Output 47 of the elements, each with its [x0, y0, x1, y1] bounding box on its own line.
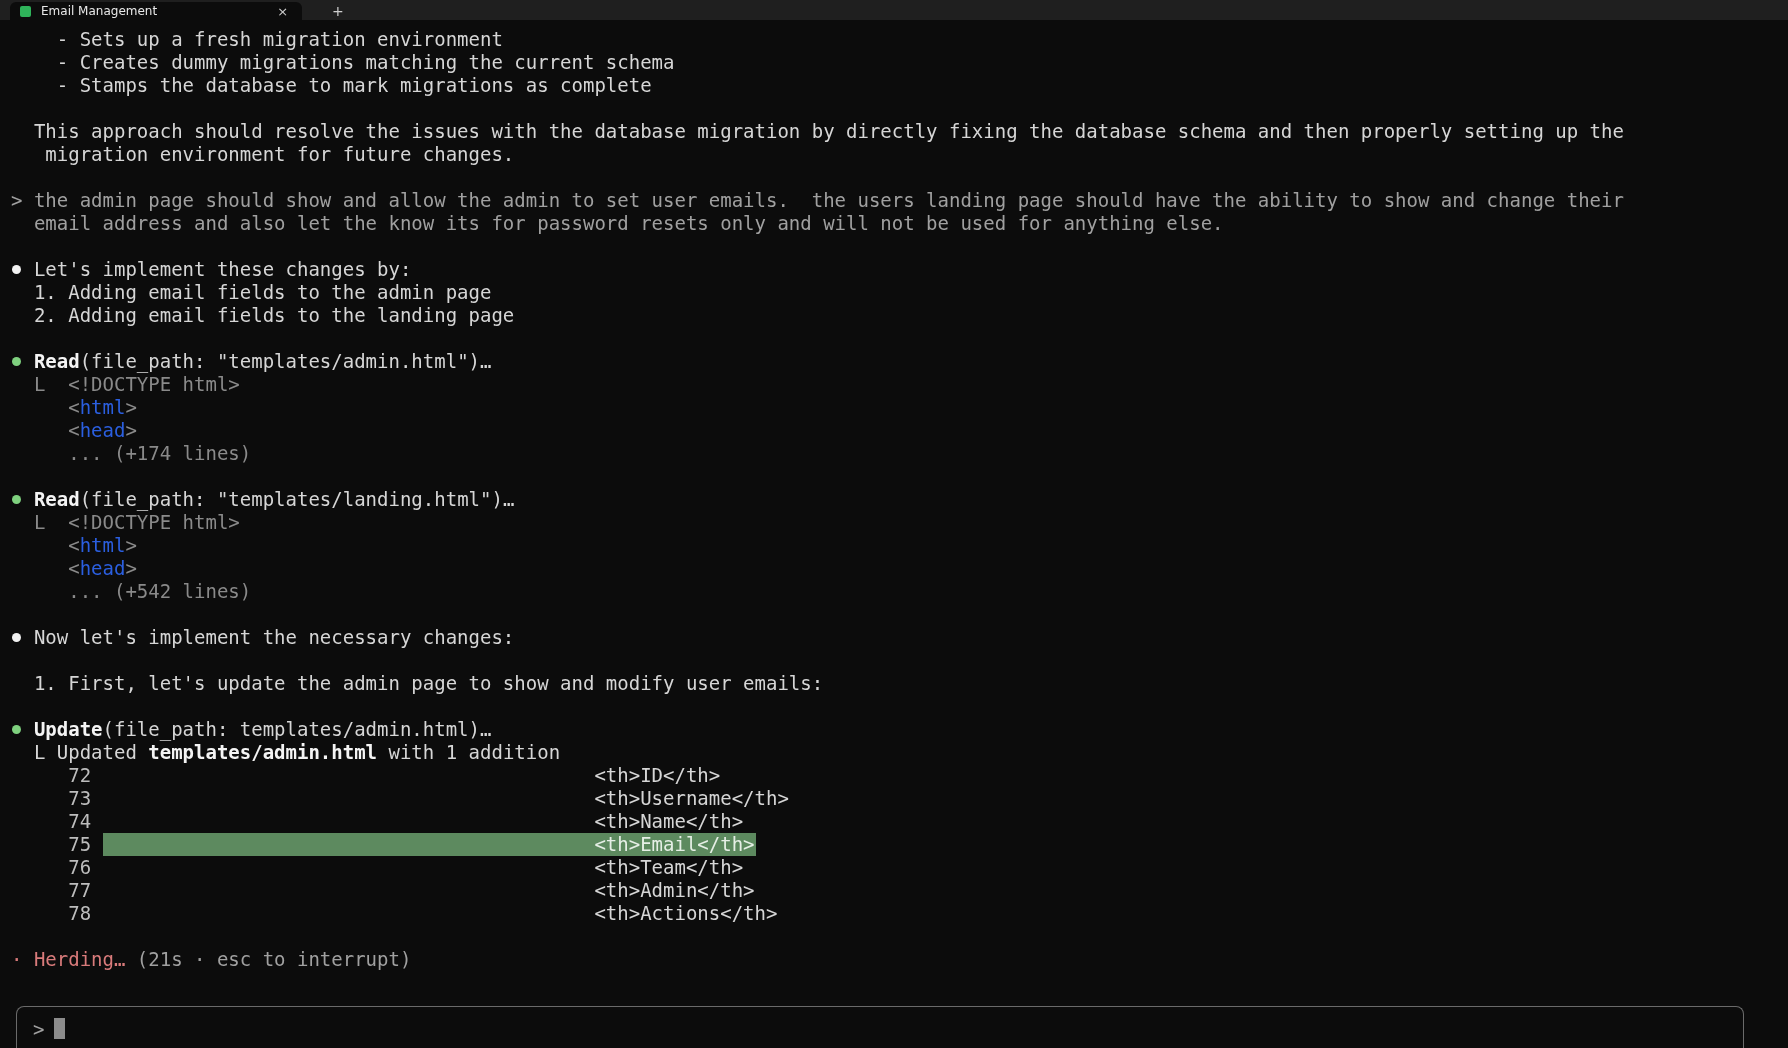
input-field[interactable]: >	[16, 1006, 1744, 1048]
line-number: 77	[68, 879, 92, 902]
code-line: <th>Name</th>	[593, 810, 745, 833]
code-line: <th>Team</th>	[593, 856, 745, 879]
message-text: Let's implement these changes by:	[33, 258, 412, 281]
line-number: 73	[68, 787, 92, 810]
code-line: ... (+542 lines)	[67, 580, 252, 603]
code-line: <html>	[67, 534, 137, 557]
message-text: 1. Adding email fields to the admin page	[32, 281, 492, 304]
user-message: the admin page should show and allow the admin to set user emails. the users landing page should have the ability to show and change their	[33, 189, 1624, 212]
tool-output: L <!DOCTYPE html>	[32, 511, 240, 534]
message-text: 1. First, let's update the admin page to show and modify user emails:	[32, 672, 824, 695]
code-line: <th>ID</th>	[593, 764, 722, 787]
code-line: ... (+174 lines)	[67, 442, 252, 465]
message-text: Read(file_path: "templates/landing.html")…	[33, 488, 515, 511]
message-text: 2. Adding email fields to the landing page	[32, 304, 515, 327]
code-line: <th>Admin</th>	[593, 879, 756, 902]
status-detail: (21s · esc to interrupt)	[136, 948, 412, 971]
spinner-icon: ·	[11, 948, 23, 971]
line-number: 75	[68, 833, 92, 856]
terminal-tab[interactable]: Email Management ×	[10, 2, 303, 20]
diff-summary: L Updated templates/admin.html with 1 addition	[32, 741, 561, 764]
list-item: - Stamps the database to mark migrations as complete	[55, 74, 652, 97]
new-tab-button[interactable]: +	[332, 3, 344, 19]
line-number: 78	[68, 902, 92, 925]
tab-icon	[20, 5, 31, 17]
code-line: <th>Actions</th>	[593, 902, 779, 925]
message-text: This approach should resolve the issues with the database migration by directly fixing the database schema and then properly setting up the	[32, 120, 1624, 143]
code-line: <th>Username</th>	[593, 787, 790, 810]
close-tab-button[interactable]: ×	[277, 3, 289, 19]
tool-output: L <!DOCTYPE html>	[32, 373, 240, 396]
message-text: Read(file_path: "templates/admin.html")…	[33, 350, 492, 373]
line-number: 76	[68, 856, 92, 879]
user-message: email address and also let the know its for password resets only and will not be used for anything else.	[32, 212, 1224, 235]
text-cursor	[54, 1018, 66, 1039]
code-line: <head>	[67, 419, 137, 442]
message-text: migration environment for future changes.	[44, 143, 515, 166]
code-line: <html>	[67, 396, 137, 419]
code-line: <head>	[67, 557, 137, 580]
message-text: Now let's implement the necessary changes:	[33, 626, 515, 649]
list-item: - Creates dummy migrations matching the current schema	[55, 51, 675, 74]
line-number: 74	[68, 810, 92, 833]
prompt-marker: >	[11, 189, 24, 212]
list-item: - Sets up a fresh migration environment	[55, 28, 503, 51]
message-text: Update(file_path: templates/admin.html)…	[33, 718, 492, 741]
line-number: 72	[68, 764, 92, 787]
status-label: Herding…	[33, 948, 126, 971]
